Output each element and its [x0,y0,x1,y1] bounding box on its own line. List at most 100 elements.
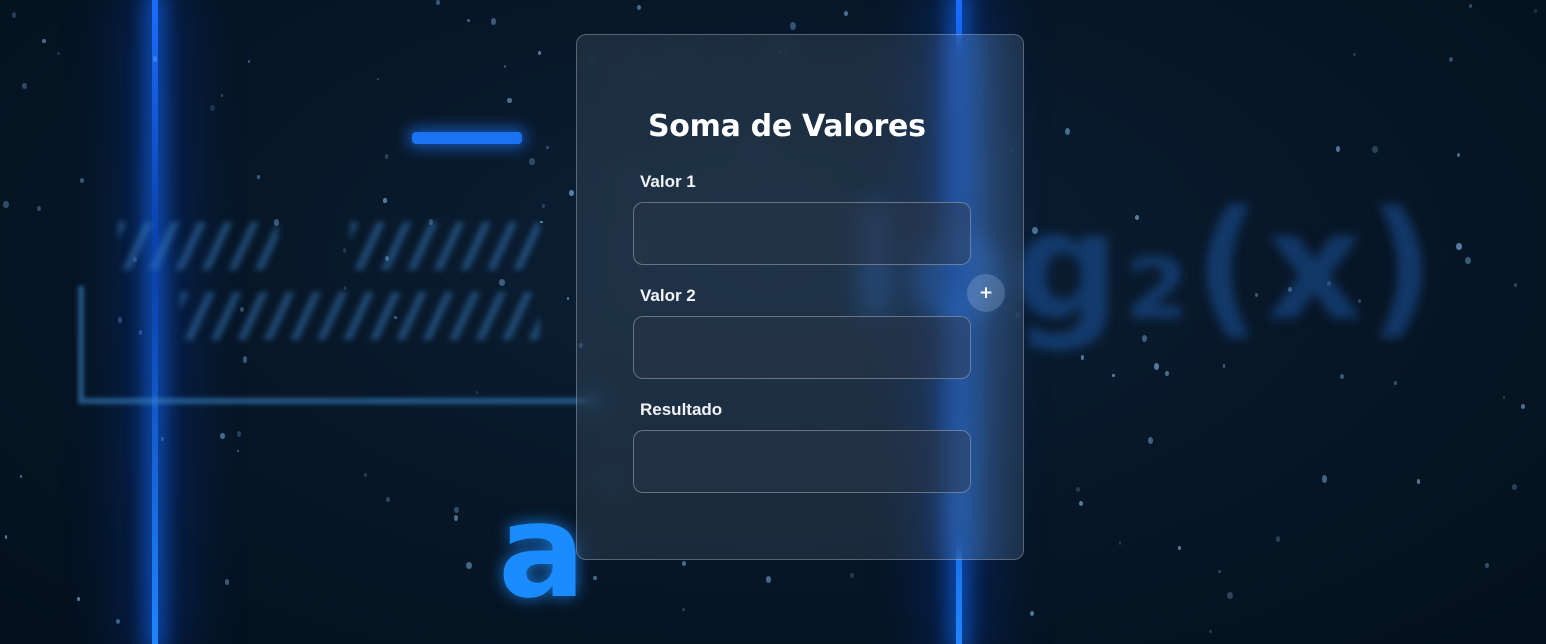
particle-dot [636,5,641,11]
particle-dot [1276,536,1281,542]
particle-dot [1287,286,1292,292]
decorative-stripes [350,222,540,270]
particle-dot [22,82,28,89]
particle-dot [790,22,796,30]
particle-dot [1513,283,1517,287]
particle-dot [1064,128,1070,135]
particle-dot [1533,9,1537,14]
particle-dot [499,278,505,287]
particle-dot [386,496,390,502]
particle-dot [1226,591,1233,600]
particle-dot [435,0,440,5]
particle-dot [541,204,545,209]
decorative-stripes [180,292,540,340]
particle-dot [569,190,574,196]
particle-dot [682,607,685,612]
particle-dot [529,157,535,165]
particle-dot [537,50,542,56]
particle-dot [849,572,854,578]
add-button[interactable]: + [967,274,1005,312]
particle-dot [11,11,17,18]
sum-form-card: Soma de Valores Valor 1 Valor 2 Resultad… [576,34,1024,560]
particle-dot [1029,611,1034,616]
particle-dot [160,437,165,442]
particle-dot [1485,563,1490,569]
particle-dot [466,18,470,23]
particle-dot [428,219,433,225]
particle-dot [1141,335,1147,343]
particle-dot [1456,243,1462,251]
particle-dot [1339,373,1344,379]
particle-dot [507,97,512,104]
particle-dot [1416,479,1421,485]
particle-dot [1076,487,1081,492]
particle-dot [491,18,497,25]
particle-dot [37,205,42,212]
particle-dot [1520,403,1525,410]
particle-dot [376,77,379,81]
particle-dot [1111,374,1115,378]
particle-dot [540,220,543,224]
particle-dot [394,315,397,319]
particle-dot [475,391,478,395]
plus-icon: + [978,283,994,303]
particle-dot [1165,370,1170,376]
particle-dot [1153,362,1159,370]
particle-dot [681,561,686,567]
particle-dot [1177,545,1181,550]
particle-dot [1502,395,1505,399]
decorative-dash [412,132,522,144]
value1-input[interactable] [633,202,971,265]
particle-dot [1118,541,1122,545]
particle-dot [57,52,61,56]
particle-dot [79,177,84,183]
particle-dot [342,248,347,253]
particle-dot [4,535,8,539]
particle-dot [220,93,224,97]
particle-dot [453,515,458,521]
particle-dot [257,175,260,179]
particle-dot [1353,52,1356,56]
particle-dot [248,60,251,64]
particle-dot [1080,355,1085,360]
particle-dot [766,576,771,583]
particle-dot [1465,256,1471,264]
particle-dot [1134,214,1139,220]
result-output[interactable] [633,430,971,493]
particle-dot [1372,145,1379,154]
particle-dot [115,618,120,624]
value2-label: Valor 2 [640,286,696,305]
particle-dot [1079,500,1084,506]
particle-dot [383,198,388,203]
particle-dot [384,255,389,261]
particle-dot [1147,436,1153,444]
particle-dot [363,472,367,477]
particle-dot [19,474,23,479]
value1-label: Valor 1 [640,172,696,191]
particle-dot [844,10,848,16]
particle-dot [454,506,460,513]
particle-dot [1394,381,1398,386]
particle-dot [1448,56,1453,63]
particle-dot [384,154,389,159]
page-title: Soma de Valores [648,109,926,144]
particle-dot [220,433,225,440]
particle-dot [546,146,549,150]
particle-dot [237,449,240,453]
particle-dot [209,104,216,112]
particle-dot [504,64,507,68]
result-label: Resultado [640,400,723,419]
particle-dot [1218,570,1221,574]
particle-dot [466,561,473,570]
particle-dot [1335,146,1341,153]
particle-dot [236,430,242,437]
particle-dot [224,578,230,585]
particle-dot [593,576,597,581]
particle-dot [1457,152,1461,157]
particle-dot [242,356,248,363]
background-letter: a [498,475,586,627]
particle-dot [42,38,46,43]
particle-dot [566,296,570,300]
value2-input[interactable] [633,316,971,379]
particle-dot [1326,280,1331,286]
